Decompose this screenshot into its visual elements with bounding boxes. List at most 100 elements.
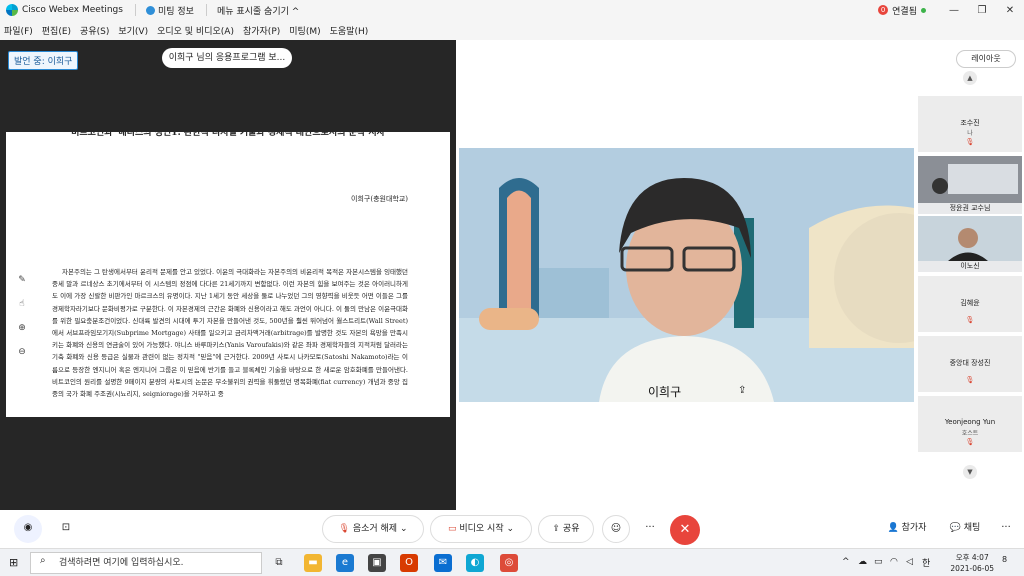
layout-button[interactable]: 레이아웃: [956, 50, 1016, 68]
leave-meeting-button[interactable]: ✕: [670, 515, 700, 545]
captions-icon[interactable]: ⊡: [52, 515, 80, 543]
document-title: 비트코인과 '배디스의 성인1: 관한적 디지털 기술과 경제적 대안으로서의 …: [71, 132, 385, 138]
annotation-tools: ✎ ☝ ⊕ ⊖: [14, 275, 30, 371]
participant-role: 나: [967, 130, 973, 137]
menu-file[interactable]: 파일(F): [4, 24, 33, 37]
hide-menu-button[interactable]: 메뉴 표시줄 숨기기 ^: [217, 4, 299, 17]
person-icon: 👤: [887, 523, 899, 533]
participant-name: 중앙대 장성진: [949, 359, 991, 367]
connection-dot-icon: [921, 7, 926, 13]
windows-start-icon[interactable]: ⊞: [9, 556, 18, 569]
menu-bar: 파일(F) 편집(E) 공유(S) 보기(V) 오디오 및 비디오(A) 참가자…: [0, 20, 1024, 40]
menu-meeting[interactable]: 미팅(M): [289, 24, 320, 37]
office-icon[interactable]: O: [400, 554, 418, 572]
participant-tile[interactable]: 중앙대 장성진 🎙: [918, 336, 1022, 392]
clock[interactable]: 오후 4:07 2021-06-05: [950, 552, 994, 574]
clock-date: 2021-06-05: [950, 564, 994, 573]
volume-icon[interactable]: ◁: [906, 557, 913, 567]
notification-count[interactable]: 8: [1002, 555, 1007, 564]
video-off-icon: ▭: [447, 524, 457, 534]
video-button[interactable]: ▭ 비디오 시작 ⌄: [430, 515, 532, 543]
app-share-pill[interactable]: 이희구 님의 응용프로그램 보...: [162, 48, 292, 68]
speaker-name: 이희구: [648, 385, 682, 399]
taskbar-search-input[interactable]: 검색하려면 여기에 입력하십시오.: [30, 552, 262, 574]
more-options-icon[interactable]: ···: [636, 515, 664, 543]
scroll-down-icon[interactable]: ▼: [963, 465, 977, 479]
video-label: 비디오 시작: [459, 524, 504, 534]
participant-video: [918, 216, 1022, 261]
meeting-controls: ◉ ⊡ 🎙 음소거 해제 ⌄ ▭ 비디오 시작 ⌄ ⇪ 공유 ☺ ··· ✕ 👤…: [0, 510, 1024, 548]
participant-tile[interactable]: 김혜윤 🎙: [918, 276, 1022, 332]
muted-mic-icon: 🎙: [338, 524, 350, 534]
chrome-icon[interactable]: ◎: [500, 554, 518, 572]
chat-icon: 💬: [949, 523, 961, 533]
menu-help[interactable]: 도움말(H): [330, 24, 369, 37]
windows-taskbar: ⊞ 검색하려면 여기에 입력하십시오. ⌕ ⧉ ▬ e ▣ O ✉ ◐ ◎ ^ …: [0, 548, 1024, 576]
file-explorer-icon[interactable]: ▬: [304, 554, 322, 572]
chat-label: 채팅: [963, 523, 981, 533]
participant-name: 조수진: [960, 119, 980, 127]
divider: [205, 4, 207, 16]
participant-name: 이노신: [918, 261, 1022, 272]
minimize-icon[interactable]: —: [940, 5, 968, 16]
participant-tile[interactable]: 조수진 나 🎙: [918, 96, 1022, 152]
share-label: 공유: [562, 524, 580, 534]
shield-icon: [145, 5, 155, 15]
meeting-info-button[interactable]: 미팅 정보: [145, 4, 194, 17]
chat-button[interactable]: 💬 채팅: [940, 515, 990, 543]
mail-icon[interactable]: ✉: [434, 554, 452, 572]
participant-name: 김혜윤: [960, 299, 980, 307]
menu-view[interactable]: 보기(V): [118, 24, 148, 37]
close-icon[interactable]: ✕: [996, 5, 1024, 16]
more-panels-icon[interactable]: ···: [992, 515, 1020, 543]
search-icon: ⌕: [40, 555, 46, 566]
mute-button[interactable]: 🎙 음소거 해제 ⌄: [322, 515, 424, 543]
document-author: 이희구(충원대학교): [351, 195, 408, 203]
ime-indicator[interactable]: 한: [922, 556, 930, 569]
title-bar: Cisco Webex Meetings 미팅 정보 메뉴 표시줄 숨기기 ^ …: [0, 0, 1024, 20]
webex-taskbar-icon[interactable]: ◐: [466, 554, 484, 572]
app-title: Cisco Webex Meetings: [22, 5, 123, 15]
shared-content-panel: 발언 중: 이희구 이희구 님의 응용프로그램 보... 비트코인과 '배디스의…: [0, 40, 456, 510]
assistant-icon[interactable]: ◉: [14, 515, 42, 543]
menu-audio-video[interactable]: 오디오 및 비디오(A): [157, 24, 234, 37]
scroll-up-icon[interactable]: ▲: [963, 71, 977, 85]
participant-video: [918, 156, 1022, 203]
reactions-icon[interactable]: ☺: [602, 515, 630, 543]
annotate-icon[interactable]: ✎: [14, 275, 30, 299]
pointer-icon[interactable]: ☝: [14, 299, 30, 323]
participant-tile[interactable]: Yeonjeong Yun 호스트 🎙: [918, 396, 1022, 452]
mute-label: 음소거 해제: [352, 524, 398, 534]
zoom-in-icon[interactable]: ⊕: [14, 323, 30, 347]
muted-mic-icon: 🎙: [965, 438, 975, 446]
connection-status[interactable]: 연결됨: [892, 4, 917, 17]
restore-icon[interactable]: ❐: [968, 5, 996, 16]
webex-logo-icon: [6, 4, 18, 16]
participants-button[interactable]: 👤 참가자: [876, 515, 938, 543]
task-view-icon[interactable]: ⧉: [270, 554, 288, 572]
menu-participant[interactable]: 참가자(P): [243, 24, 280, 37]
participant-tile[interactable]: 이노신: [918, 216, 1022, 272]
participant-role: 호스트: [961, 430, 979, 437]
speaker-video: [459, 148, 914, 402]
muted-mic-icon: 🎙: [965, 138, 975, 146]
store-icon[interactable]: ▣: [368, 554, 386, 572]
wifi-icon[interactable]: ◠: [890, 557, 898, 567]
shared-document: 비트코인과 '배디스의 성인1: 관한적 디지털 기술과 경제적 대안으로서의 …: [6, 132, 450, 417]
edge-icon[interactable]: e: [336, 554, 354, 572]
menu-share[interactable]: 공유(S): [80, 24, 109, 37]
popout-icon[interactable]: ⇪: [738, 385, 746, 396]
clock-time: 오후 4:07: [955, 553, 989, 562]
share-button[interactable]: ⇪ 공유: [538, 515, 594, 543]
connection-count-badge: 0: [878, 5, 889, 15]
menu-edit[interactable]: 편집(E): [42, 24, 71, 37]
speaker-video-image: [459, 148, 914, 402]
participant-tile[interactable]: 정윤권 교수님: [918, 156, 1022, 214]
tray-chevron-icon[interactable]: ^: [842, 557, 850, 567]
zoom-out-icon[interactable]: ⊖: [14, 347, 30, 371]
network-icon[interactable]: ▭: [874, 557, 883, 567]
share-icon: ⇪: [552, 524, 561, 534]
participant-name: 정윤권 교수님: [918, 203, 1022, 214]
meeting-info-label: 미팅 정보: [157, 6, 194, 17]
muted-mic-icon: 🎙: [965, 376, 975, 384]
